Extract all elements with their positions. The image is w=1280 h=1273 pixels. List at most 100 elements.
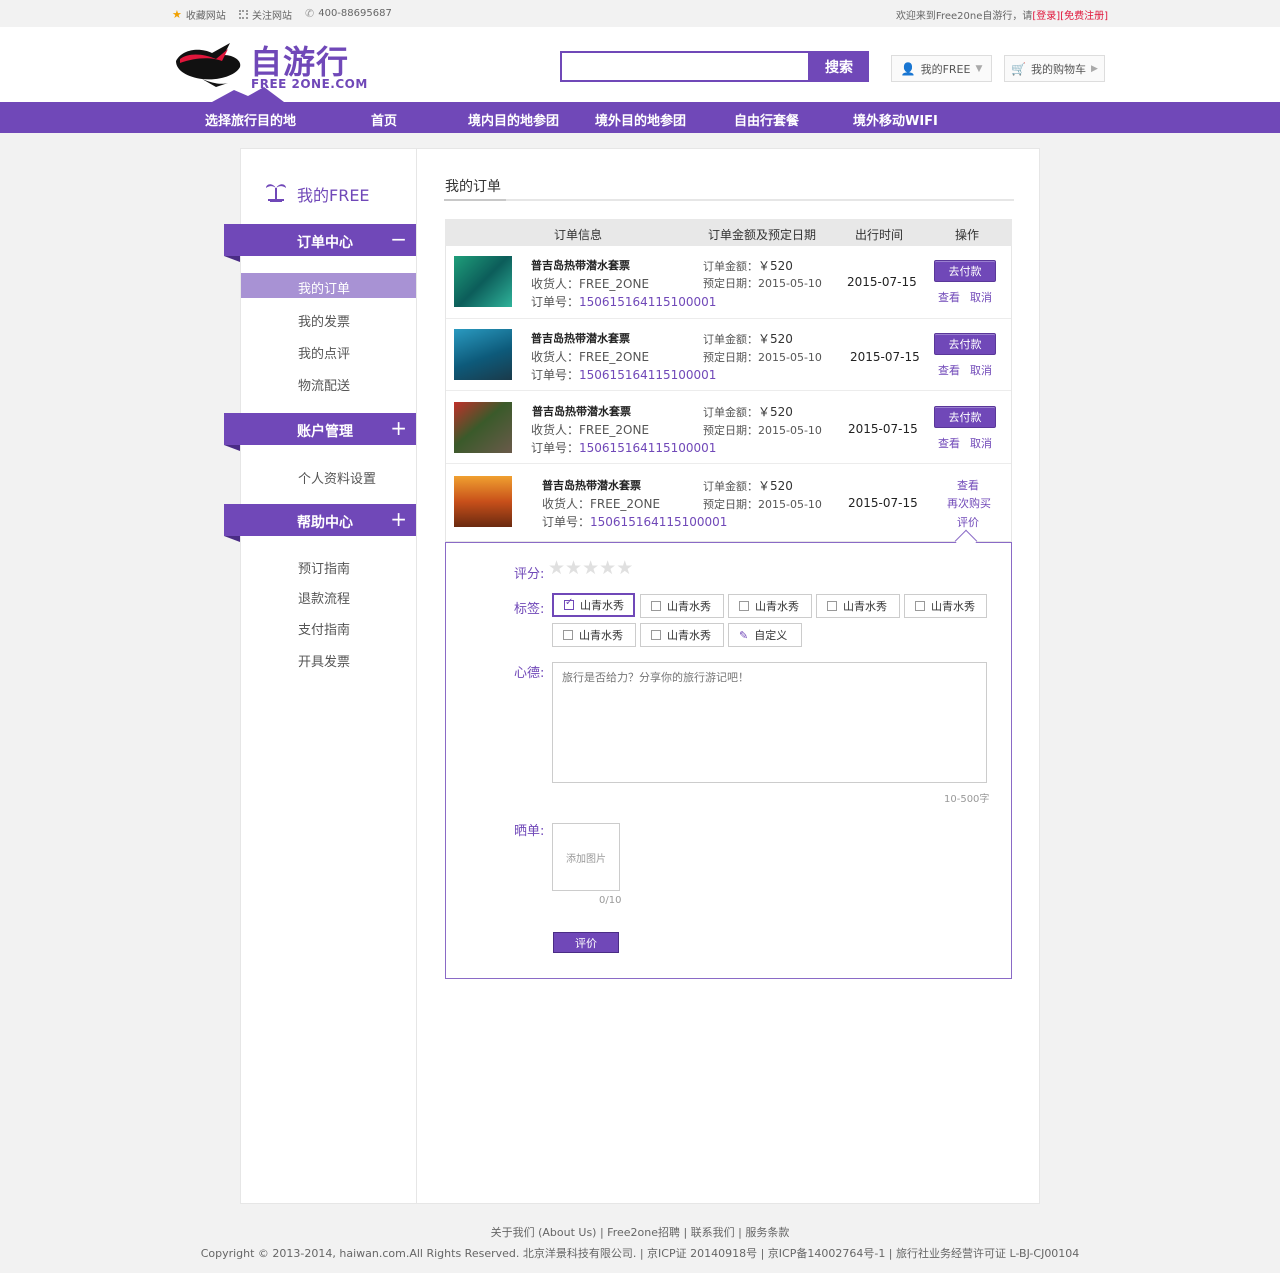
tag-checkbox[interactable]: 山青水秀 — [552, 593, 635, 617]
sidebar-item-my-invoices[interactable]: 我的发票 — [298, 311, 350, 330]
sidebar-item-refund[interactable]: 退款流程 — [298, 588, 350, 607]
order-thumbnail[interactable] — [454, 402, 512, 453]
receiver: 收货人：FREE_2ONE — [531, 277, 650, 291]
add-photo-button[interactable]: 添加图片 — [552, 823, 620, 891]
review-link[interactable]: 评价 — [957, 514, 979, 530]
rebuy-link[interactable]: 再次购买 — [947, 495, 991, 511]
pencil-icon: ✎ — [739, 628, 749, 642]
checkbox-icon — [915, 601, 925, 611]
booking-date: 预定日期：2015-05-10 — [703, 351, 822, 364]
sidebar-item-my-reviews[interactable]: 我的点评 — [298, 343, 350, 362]
search-button[interactable]: 搜索 — [809, 51, 869, 82]
bookmark-link[interactable]: ★ 收藏网站 — [172, 7, 226, 22]
star-icon[interactable]: ★ — [599, 559, 616, 578]
view-link[interactable]: 查看 — [938, 289, 960, 305]
product-name[interactable]: 普吉岛热带潜水套票 — [542, 477, 641, 493]
pay-button[interactable]: 去付款 — [934, 406, 996, 428]
pay-button[interactable]: 去付款 — [934, 260, 996, 282]
order-thumbnail[interactable] — [454, 256, 512, 307]
feeling-label: 心德: — [514, 666, 545, 681]
view-link[interactable]: 查看 — [957, 477, 979, 493]
pay-button[interactable]: 去付款 — [934, 333, 996, 355]
expand-icon[interactable]: + — [390, 416, 407, 440]
checkbox-icon — [827, 601, 837, 611]
collapse-icon[interactable]: − — [390, 227, 407, 251]
phone-info: ✆ 400-88695687 — [305, 7, 392, 20]
sidebar-item-logistics[interactable]: 物流配送 — [298, 375, 350, 394]
sidebar-group-order-center[interactable]: 订单中心 − — [224, 224, 416, 256]
sidebar-item-profile[interactable]: 个人资料设置 — [298, 468, 376, 487]
nav-item-free-package[interactable]: 自由行套餐 — [734, 110, 799, 129]
star-rating[interactable]: ★ ★ ★ ★ ★ — [548, 559, 633, 578]
nav-item-overseas[interactable]: 境外目的地参团 — [595, 110, 686, 129]
main-nav: 选择旅行目的地 首页 境内目的地参团 境外目的地参团 自由行套餐 境外移动WIF… — [0, 102, 1280, 133]
register-link[interactable]: [免费注册] — [1060, 11, 1108, 22]
cancel-link[interactable]: 取消 — [970, 435, 992, 451]
feeling-textarea[interactable] — [552, 662, 987, 783]
page-title: 我的订单 — [445, 179, 501, 195]
sidebar-group-help[interactable]: 帮助中心 + — [224, 504, 416, 536]
star-icon[interactable]: ★ — [548, 559, 565, 578]
nav-item-destination[interactable]: 选择旅行目的地 — [205, 110, 296, 129]
cancel-link[interactable]: 取消 — [970, 289, 992, 305]
view-link[interactable]: 查看 — [938, 362, 960, 378]
nav-item-domestic[interactable]: 境内目的地参团 — [468, 110, 559, 129]
view-link[interactable]: 查看 — [938, 435, 960, 451]
order-amount: 订单金额：￥520 — [703, 259, 793, 273]
photo-count: 0/10 — [599, 895, 622, 906]
checkbox-icon — [564, 597, 574, 610]
column-header: 出行时间 — [855, 228, 904, 242]
fold-decoration — [224, 536, 240, 542]
title-divider-accent — [444, 199, 506, 201]
sidebar-item-payment-guide[interactable]: 支付指南 — [298, 619, 350, 638]
booking-date: 预定日期：2015-05-10 — [703, 424, 822, 437]
sidebar-item-booking-guide[interactable]: 预订指南 — [298, 558, 350, 577]
footer-copyright: Copyright © 2013-2014, haiwan.com.All Ri… — [200, 1247, 1080, 1260]
search-input[interactable] — [560, 51, 810, 82]
tag-checkbox[interactable]: 山青水秀 — [552, 623, 636, 647]
top-bar: ★ 收藏网站 关注网站 ✆ 400-88695687 欢迎来到Free20ne自… — [0, 0, 1280, 27]
my-free-button[interactable]: 👤 我的FREE ▼ — [891, 55, 992, 82]
login-link[interactable]: [登录] — [1032, 11, 1060, 22]
title-divider — [444, 199, 1014, 201]
sidebar-group-account[interactable]: 账户管理 + — [224, 413, 416, 445]
sidebar-divider — [416, 148, 417, 1204]
travel-date: 2015-07-15 — [850, 350, 920, 364]
tag-checkbox[interactable]: 山青水秀 — [816, 594, 900, 618]
order-number: 订单号：150615164115100001 — [531, 295, 717, 309]
cancel-link[interactable]: 取消 — [970, 362, 992, 378]
follow-link[interactable]: 关注网站 — [239, 7, 292, 22]
product-name[interactable]: 普吉岛热带潜水套票 — [532, 403, 631, 419]
tag-checkbox[interactable]: 山青水秀 — [640, 594, 724, 618]
chevron-down-icon: ▼ — [975, 63, 983, 74]
product-name[interactable]: 普吉岛热带潜水套票 — [531, 330, 630, 346]
sidebar-item-my-orders[interactable]: 我的订单 — [298, 278, 350, 297]
custom-tag-button[interactable]: ✎ 自定义 — [728, 623, 802, 647]
rabbit-logo-icon[interactable] — [172, 39, 244, 87]
travel-date: 2015-07-15 — [848, 496, 918, 510]
star-icon[interactable]: ★ — [616, 559, 633, 578]
expand-icon[interactable]: + — [390, 507, 407, 531]
tag-checkbox[interactable]: 山青水秀 — [728, 594, 812, 618]
footer-links[interactable]: 关于我们 (About Us) | Free2one招聘 | 联系我们 | 服务… — [0, 1224, 1280, 1240]
cart-icon: 🛒 — [1011, 61, 1027, 76]
nav-item-wifi[interactable]: 境外移动WIFI — [853, 110, 938, 129]
submit-review-button[interactable]: 评价 — [553, 932, 619, 953]
nav-item-home[interactable]: 首页 — [371, 110, 397, 129]
fold-decoration — [224, 445, 240, 451]
tag-checkbox[interactable]: 山青水秀 — [640, 623, 724, 647]
sidebar-item-invoice[interactable]: 开具发票 — [298, 651, 350, 670]
mountain-icon — [212, 87, 284, 102]
travel-date: 2015-07-15 — [848, 422, 918, 436]
cart-button[interactable]: 🛒 我的购物车 ▶ — [1004, 55, 1105, 82]
star-icon[interactable]: ★ — [582, 559, 599, 578]
product-name[interactable]: 普吉岛热带潜水套票 — [531, 257, 630, 273]
checkbox-icon — [563, 630, 573, 640]
star-icon[interactable]: ★ — [565, 559, 582, 578]
tag-checkbox[interactable]: 山青水秀 — [904, 594, 987, 618]
fold-decoration — [224, 256, 240, 262]
receiver: 收货人：FREE_2ONE — [542, 497, 661, 511]
order-thumbnail[interactable] — [454, 329, 512, 380]
order-thumbnail[interactable] — [454, 476, 512, 527]
order-amount: 订单金额：￥520 — [703, 405, 793, 419]
